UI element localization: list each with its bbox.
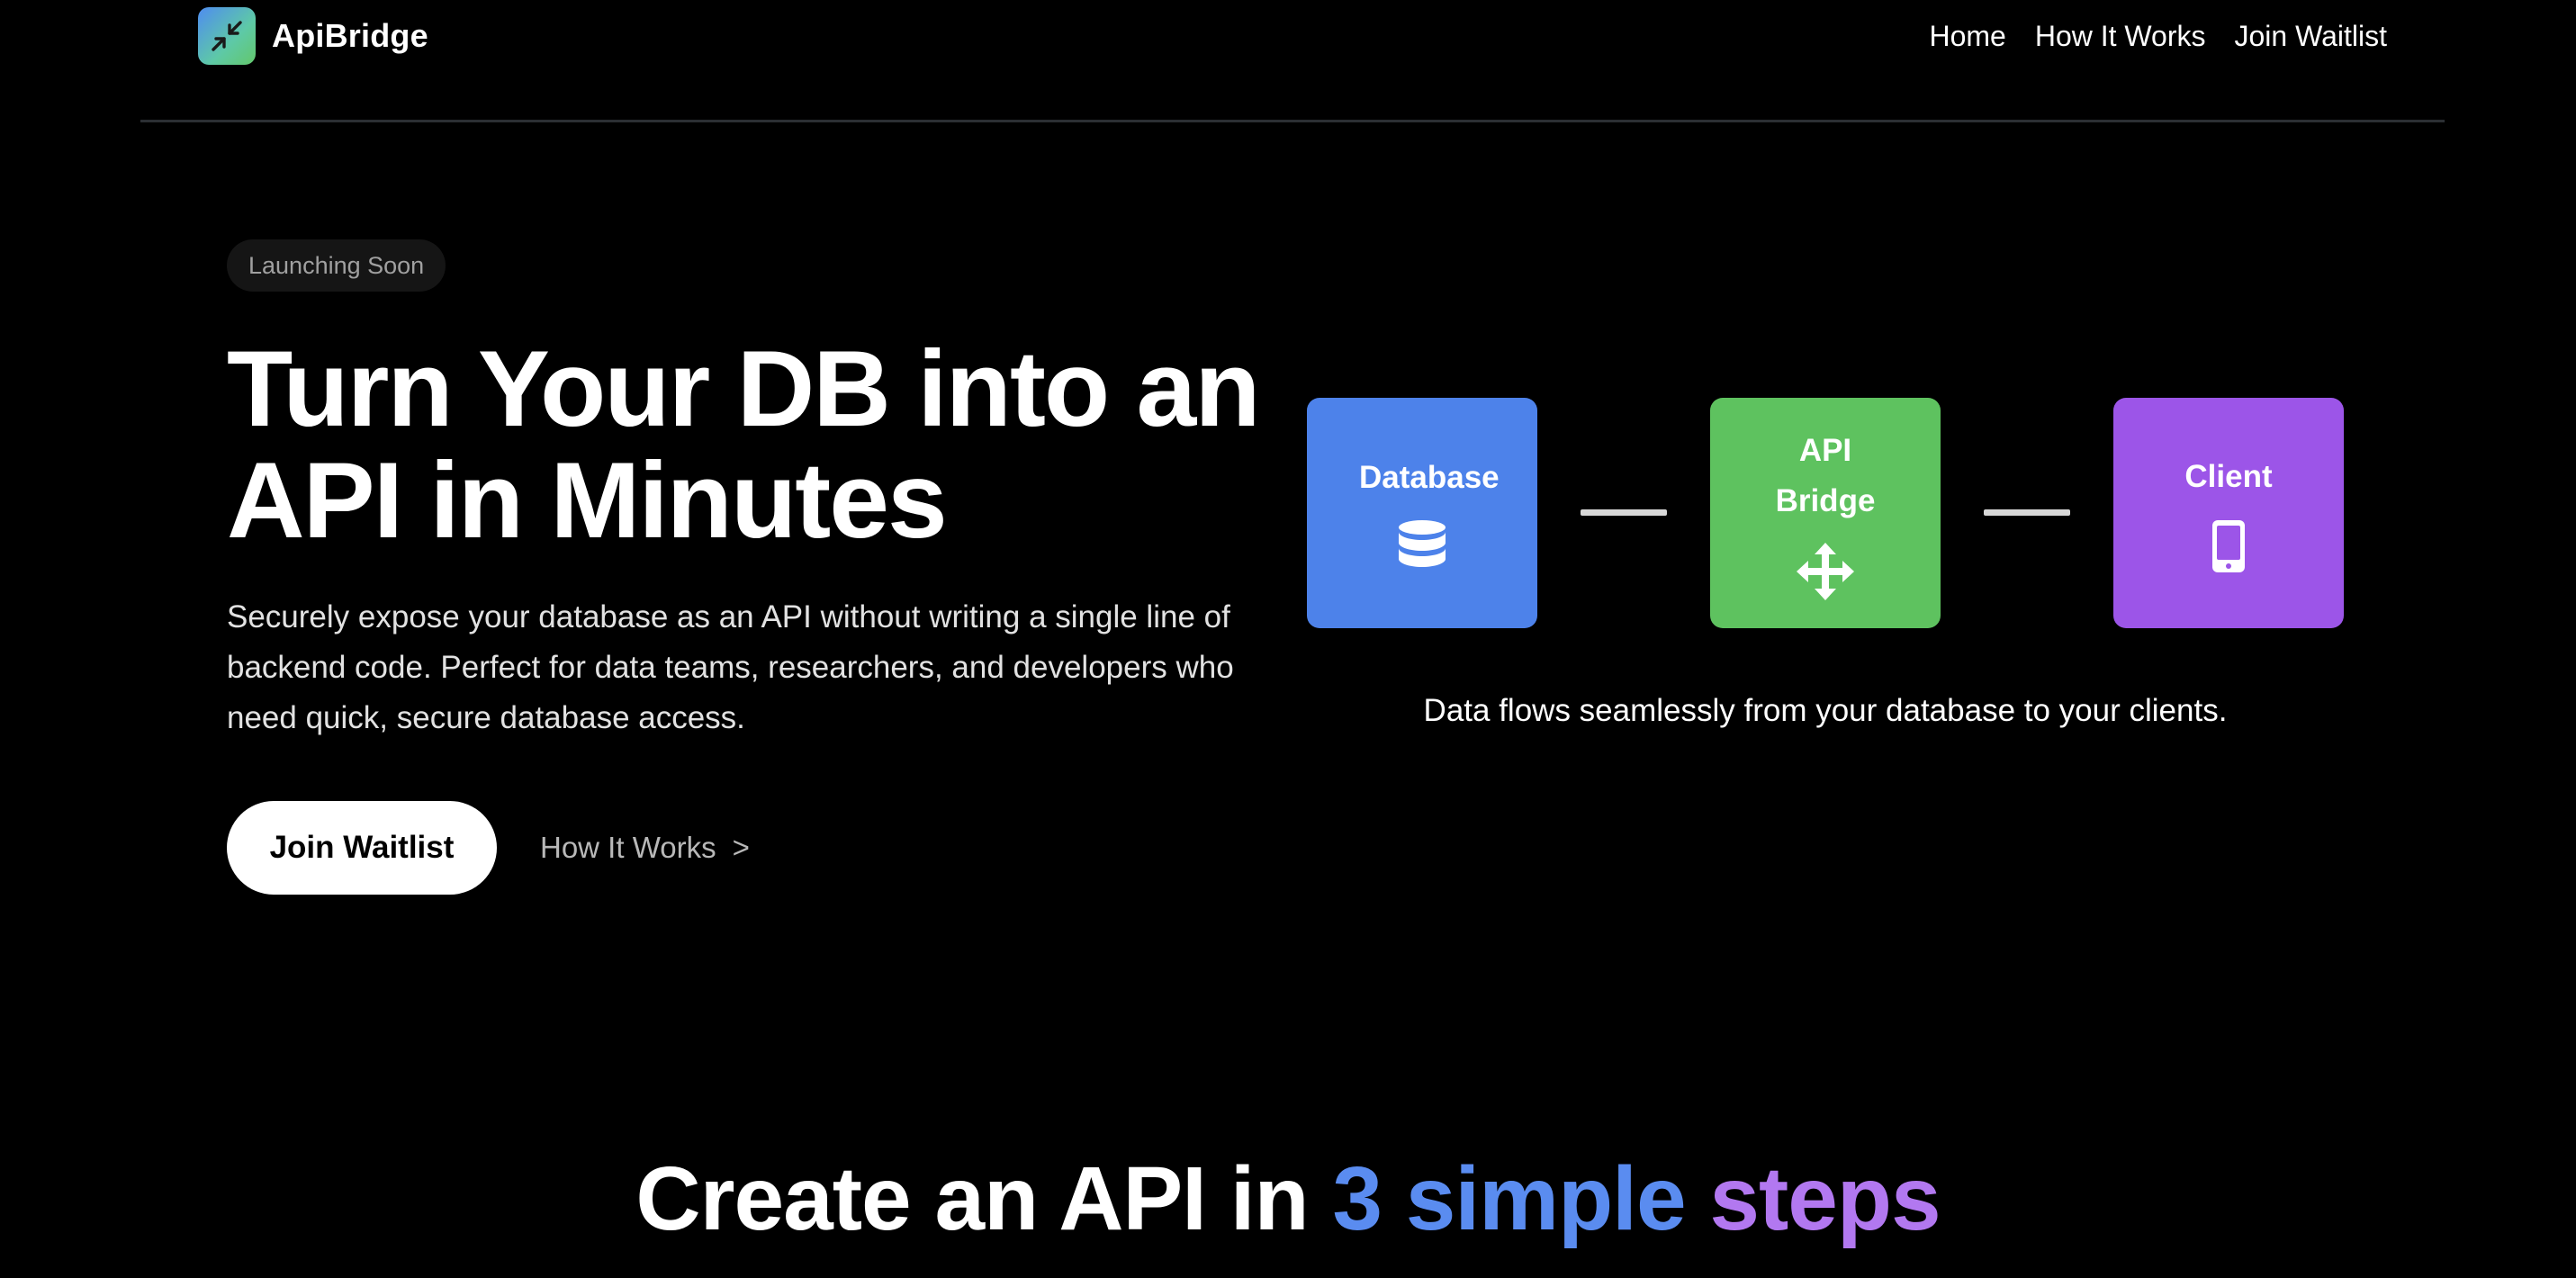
steps-title-highlight-purple: steps [1709, 1148, 1941, 1249]
hero-title-line-1: Turn Your DB into an [227, 328, 1261, 449]
mobile-phone-icon [2212, 520, 2245, 572]
nav-join-waitlist[interactable]: Join Waitlist [2234, 18, 2387, 54]
main-nav: Home How It Works Join Waitlist [1929, 18, 2387, 54]
node-database-label: Database [1359, 460, 1500, 495]
compress-arrows-icon [198, 7, 256, 65]
node-api-bridge: API Bridge [1710, 398, 1941, 628]
launch-badge: Launching Soon [227, 239, 446, 292]
database-icon [1399, 520, 1446, 567]
how-it-works-label: How It Works [540, 831, 716, 864]
hero-title-line-2: API in Minutes [227, 440, 948, 561]
nav-how-it-works[interactable]: How It Works [2035, 18, 2206, 54]
steps-title-highlight-blue: 3 simple [1332, 1148, 1686, 1249]
how-it-works-link[interactable]: How It Works > [540, 828, 750, 868]
brand[interactable]: ApiBridge [198, 7, 428, 65]
data-flow-diagram: Database API Bridge Client [1307, 398, 2344, 628]
steps-title-prefix: Create an API in [635, 1148, 1333, 1249]
connector-line [1581, 509, 1667, 516]
connector-line [1984, 509, 2070, 516]
node-client-label: Client [2184, 459, 2273, 494]
node-api-bridge-label: API Bridge [1775, 433, 1876, 518]
nav-home[interactable]: Home [1929, 18, 2005, 54]
steps-title: Create an API in 3 simple steps [0, 1143, 2576, 1255]
brand-name: ApiBridge [272, 17, 428, 54]
node-database: Database [1307, 398, 1537, 628]
diagram-caption: Data flows seamlessly from your database… [1423, 693, 2228, 728]
join-waitlist-button[interactable]: Join Waitlist [227, 801, 497, 895]
site-header: ApiBridge Home How It Works Join Waitlis… [140, 0, 2445, 122]
hero-title: Turn Your DB into an API in Minutes [227, 333, 1343, 556]
hero-subtitle: Securely expose your database as an API … [227, 599, 1234, 735]
move-arrows-icon [1797, 543, 1854, 600]
chevron-right-icon: > [732, 831, 750, 864]
node-client: Client [2113, 398, 2344, 628]
